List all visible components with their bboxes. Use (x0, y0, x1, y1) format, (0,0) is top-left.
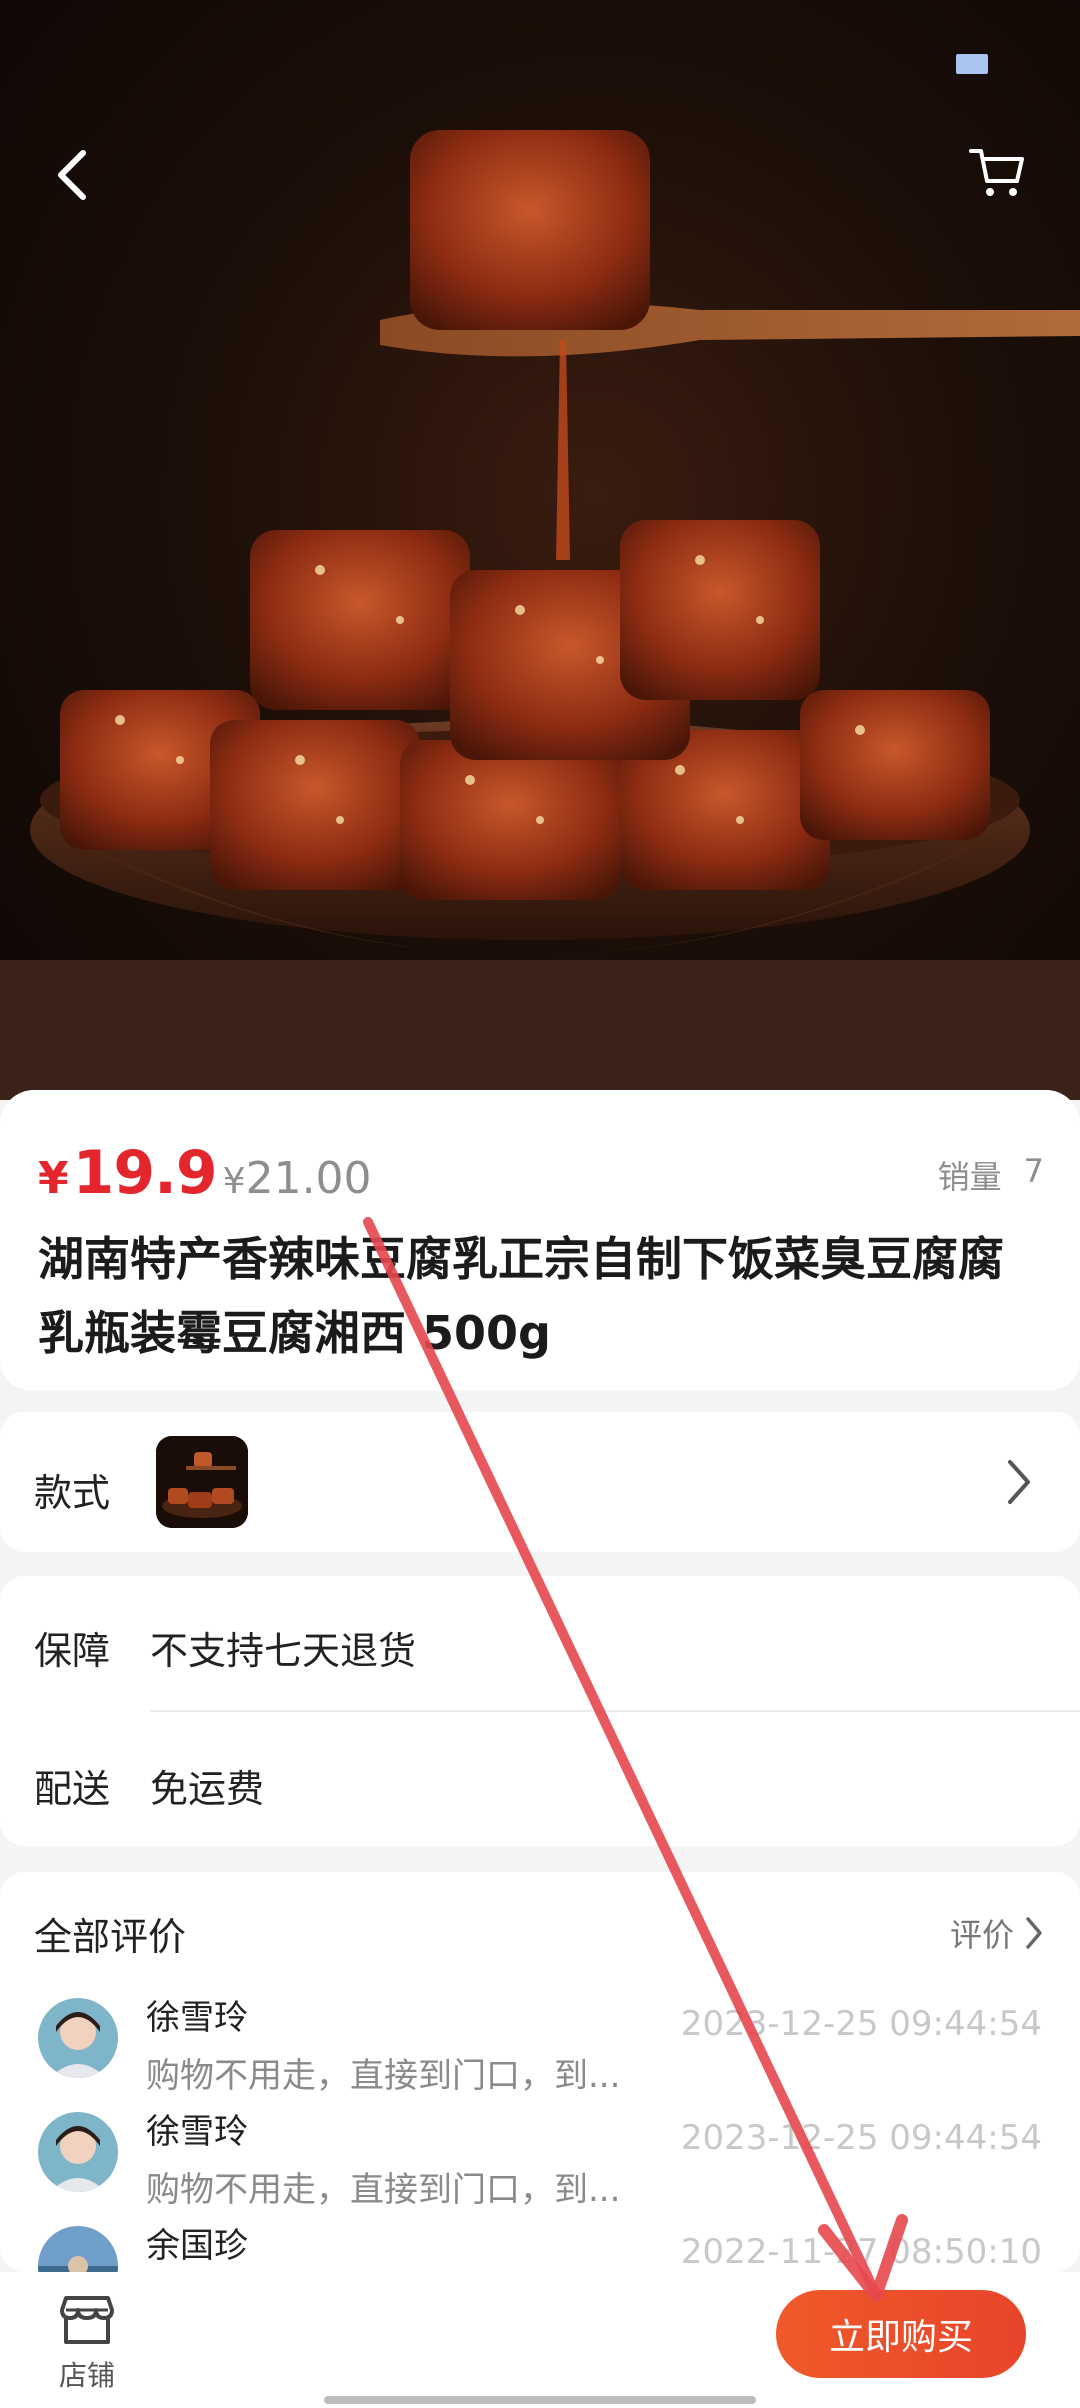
currency-symbol: ¥ (38, 1153, 69, 1204)
current-price: 19.9 (72, 1138, 218, 1208)
guarantee-label: 保障 (34, 1629, 111, 1673)
cart-icon (969, 149, 1024, 196)
review-item[interactable]: 徐雪玲 购物不用走，直接到门口，到... 2023-12-25 09:44:54 (0, 1990, 1080, 2100)
product-title: 湖南特产香辣味豆腐乳正宗自制下饭菜臭豆腐腐乳瓶装霉豆腐湘西 500g (38, 1232, 1004, 1360)
status-indicator (956, 54, 988, 74)
guarantee-value: 不支持七天退货 (150, 1629, 417, 1673)
style-label: 款式 (34, 1471, 111, 1515)
reviews-more-label: 评价 (949, 1916, 1014, 1954)
delivery-label: 配送 (34, 1767, 111, 1811)
chevron-right-icon (1026, 1917, 1042, 1949)
product-hero-image (0, 0, 1080, 1100)
original-price: 21.00 (245, 1153, 372, 1204)
delivery-value: 免运费 (150, 1767, 265, 1811)
back-button[interactable] (38, 140, 108, 210)
avatar (38, 2112, 118, 2192)
chevron-right-icon (1008, 1460, 1030, 1504)
style-thumbnail[interactable] (156, 1436, 248, 1528)
tofu-photo (0, 130, 1080, 1100)
back-icon (58, 150, 86, 200)
review-text: 购物不用走，直接到门口，到... (146, 2056, 621, 2096)
store-button[interactable]: 店铺 (44, 2282, 130, 2392)
reviews-header: 全部评价 (34, 1915, 187, 1959)
avatar (38, 2226, 118, 2272)
reviewer-name: 徐雪玲 (146, 1998, 248, 2038)
reviewer-name: 徐雪玲 (146, 2112, 248, 2152)
thumbnail-image (156, 1436, 248, 1528)
store-icon (60, 2296, 114, 2344)
cart-button[interactable] (962, 138, 1032, 208)
reviewer-name: 余国珍 (146, 2226, 248, 2266)
avatar (38, 1998, 118, 2078)
review-time: 2022-11-27 08:50:10 (680, 2232, 1042, 2272)
sales-count: 销量 7 (938, 1152, 1044, 1198)
sales-label: 销量 (937, 1158, 1002, 1196)
reviews-more-link[interactable]: 评价 (950, 1910, 1044, 1956)
original-currency-symbol: ¥ (222, 1161, 246, 1202)
review-item[interactable]: 余国珍 2022-11-27 08:50:10 (0, 2218, 1080, 2272)
review-text: 购物不用走，直接到门口，到... (146, 2170, 621, 2210)
home-indicator (324, 2396, 756, 2404)
divider (150, 1710, 1080, 1712)
price-row: ¥ 19.9 ¥ 21.00 (38, 1138, 372, 1208)
review-time: 2023-12-25 09:44:54 (680, 2004, 1042, 2044)
store-label: 店铺 (58, 2359, 115, 2392)
review-time: 2023-12-25 09:44:54 (680, 2118, 1042, 2158)
buy-now-button[interactable]: 立即购买 (776, 2290, 1026, 2378)
sales-value: 7 (1023, 1152, 1044, 1190)
review-item[interactable]: 徐雪玲 购物不用走，直接到门口，到... 2023-12-25 09:44:54 (0, 2104, 1080, 2214)
